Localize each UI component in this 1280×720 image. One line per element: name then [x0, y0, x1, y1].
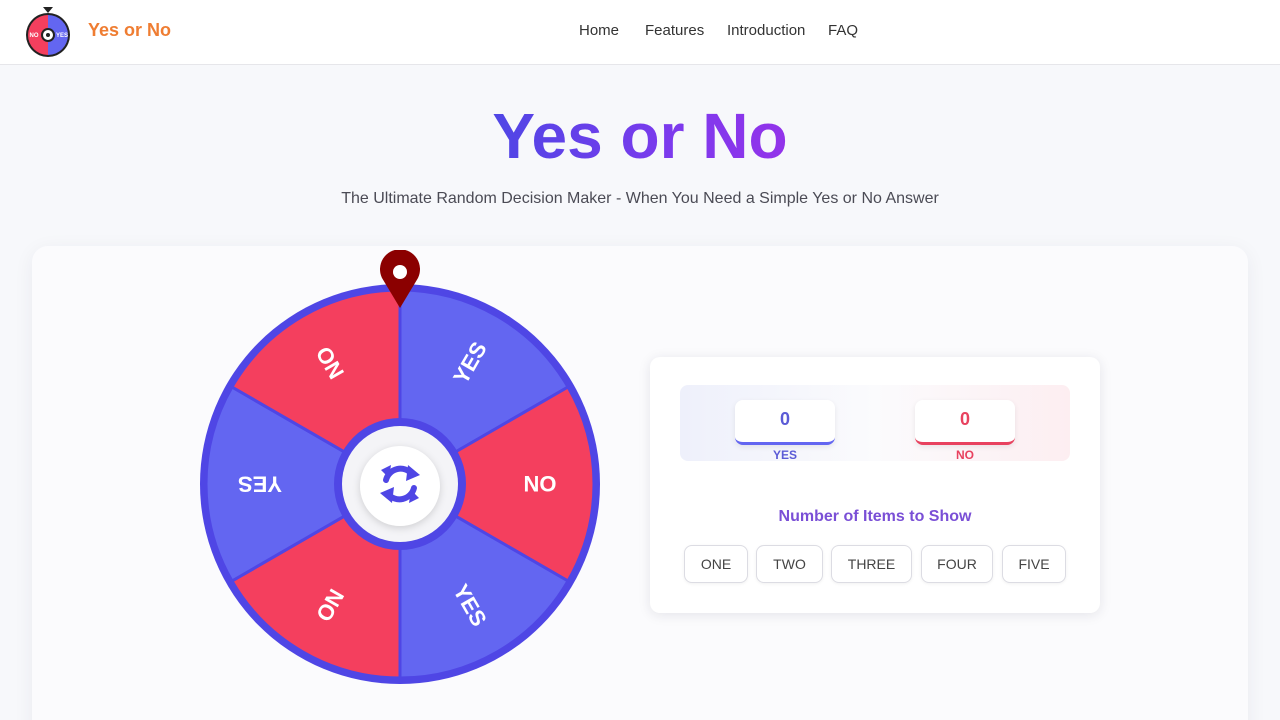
nav-features[interactable]: Features: [645, 22, 704, 39]
items-three-button[interactable]: THREE: [831, 545, 912, 583]
main-nav: Home Features Introduction FAQ: [0, 22, 1280, 42]
items-one-button[interactable]: ONE: [684, 545, 748, 583]
page-subtitle: The Ultimate Random Decision Maker - Whe…: [341, 190, 939, 207]
items-heading: Number of Items to Show: [778, 508, 972, 525]
no-count: 0: [915, 400, 1015, 445]
yes-count-label: YES: [772, 448, 797, 462]
top-header: NO YES Yes or No Home Features Introduct…: [0, 0, 1280, 65]
items-five-button[interactable]: FIVE: [1002, 545, 1066, 583]
nav-introduction[interactable]: Introduction: [727, 22, 805, 39]
wheel-label-5: YES: [238, 472, 282, 497]
nav-home[interactable]: Home: [579, 22, 619, 39]
no-count-label: NO: [956, 448, 974, 462]
items-four-button[interactable]: FOUR: [921, 545, 993, 583]
items-two-button[interactable]: TWO: [756, 545, 823, 583]
spin-button[interactable]: [360, 446, 440, 526]
page-title-text: Yes or No: [492, 100, 788, 172]
nav-faq[interactable]: FAQ: [828, 22, 858, 39]
control-panel: 0 YES 0 NO Number of Items to Show ONE T…: [650, 357, 1100, 613]
wheel-label-2: NO: [524, 472, 557, 497]
score-board: 0 YES 0 NO: [680, 385, 1070, 462]
spin-wheel[interactable]: YES NO YES NO YES NO: [198, 249, 602, 690]
page-title: Yes or No: [0, 100, 1280, 172]
yes-count: 0: [735, 400, 835, 445]
